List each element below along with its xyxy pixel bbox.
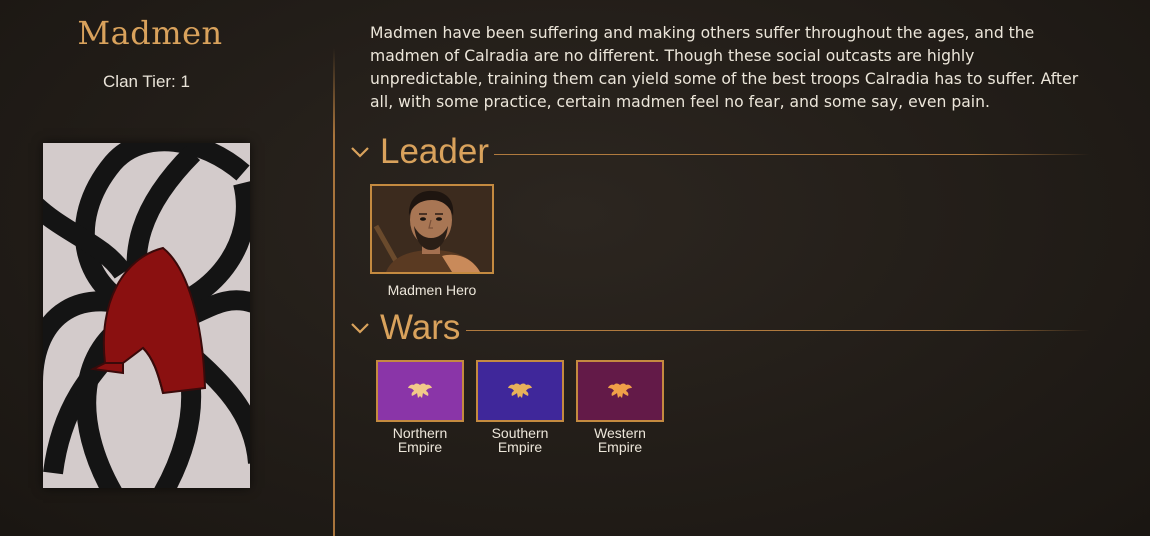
clan-description: Madmen have been suffering and making ot… [370, 24, 1079, 111]
war-faction-label: Northern Empire [376, 426, 464, 454]
chevron-down-icon[interactable] [348, 316, 372, 340]
war-faction-label-line2: Empire [597, 439, 643, 455]
war-faction-label: Western Empire [576, 426, 664, 454]
banner-spiral-helmet-icon [43, 143, 250, 488]
double-headed-eagle-icon [508, 383, 532, 398]
war-faction-western-empire[interactable] [576, 360, 664, 422]
war-faction-southern-empire[interactable] [476, 360, 564, 422]
clan-tier: Clan Tier: 1 [103, 72, 190, 91]
war-faction-label-line2: Empire [497, 439, 543, 455]
leader-section-title: Leader [380, 132, 489, 171]
wars-section-title: Wars [380, 308, 461, 347]
war-faction-label-line1: Western [594, 425, 646, 441]
war-faction-northern-empire[interactable] [376, 360, 464, 422]
war-faction-label-line1: Southern [491, 425, 549, 441]
war-faction-label-line2: Empire [397, 439, 443, 455]
war-faction-label-line1: Northern [392, 425, 448, 441]
double-headed-eagle-icon [608, 383, 632, 398]
wars-section-header[interactable]: Wars [348, 308, 1090, 352]
war-faction-label: Southern Empire [476, 426, 564, 454]
leader-portrait-card[interactable] [370, 184, 494, 274]
clan-name: Madmen [77, 14, 223, 52]
bearded-man-portrait [372, 186, 492, 272]
column-divider [333, 48, 335, 536]
section-rule [494, 154, 1090, 155]
chevron-down-icon[interactable] [348, 140, 372, 164]
leader-name: Madmen Hero [387, 282, 477, 298]
leader-section-header[interactable]: Leader [348, 132, 1090, 176]
clan-banner [43, 143, 250, 488]
section-rule [466, 330, 1090, 331]
double-headed-eagle-icon [408, 383, 432, 398]
